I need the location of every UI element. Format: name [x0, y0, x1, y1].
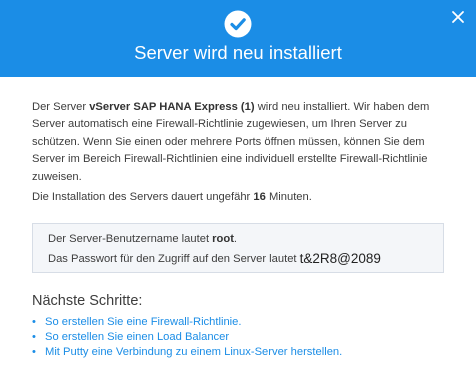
username-suffix: .: [233, 233, 238, 245]
list-item: • Mit Putty eine Verbindung zu einem Linu…: [32, 345, 342, 360]
next-steps-title: Nächste Schritte:: [32, 293, 143, 309]
list-item: • So erstellen Sie eine Firewall-Richtlin…: [32, 315, 342, 330]
dialog-title: Server wird neu installiert: [134, 42, 342, 63]
list-item: • So erstellen Sie einen Load Balancer: [32, 330, 342, 345]
duration-text: Die Installation des Servers dauert unge…: [32, 191, 254, 203]
dialog-header: Server wird neu installiert: [0, 0, 476, 77]
bullet: •: [32, 330, 36, 343]
credentials-box: Der Server-Benutzername lautet root. Das…: [32, 223, 444, 273]
install-duration: Die Installation des Servers dauert unge…: [32, 189, 447, 206]
link-putty-linux[interactable]: Mit Putty eine Verbindung zu einem Linux…: [45, 346, 342, 358]
username-value: root: [212, 233, 234, 245]
next-steps-list: • So erstellen Sie eine Firewall-Richtlin…: [32, 315, 342, 359]
message-text-start: Der Server: [32, 101, 90, 113]
message-text-rest: wird neu installiert. Wir haben dem Serv…: [32, 101, 430, 183]
bullet: •: [32, 345, 36, 358]
bullet: •: [32, 316, 36, 328]
link-load-balancer[interactable]: So erstellen Sie einen Load Balancer: [45, 331, 229, 343]
password-line: Das Passwort für den Zugriff auf den Ser…: [48, 250, 381, 266]
password-label: Das Passwort für den Zugriff auf den Ser…: [48, 253, 300, 265]
duration-unit: Minuten.: [265, 191, 312, 203]
install-message: Der Server vServer SAP HANA Express (1) …: [32, 99, 447, 186]
password-value[interactable]: t&2R8@2089: [300, 251, 381, 266]
link-firewall-policy[interactable]: So erstellen Sie eine Firewall-Richtlini…: [45, 316, 242, 328]
check-circle-icon: [224, 10, 252, 38]
username-label: Der Server-Benutzername lautet: [48, 233, 213, 245]
username-line: Der Server-Benutzername lautet root.: [48, 233, 237, 245]
close-icon[interactable]: [451, 10, 465, 24]
server-name: vServer SAP HANA Express (1): [89, 101, 255, 113]
duration-minutes: 16: [253, 191, 266, 203]
